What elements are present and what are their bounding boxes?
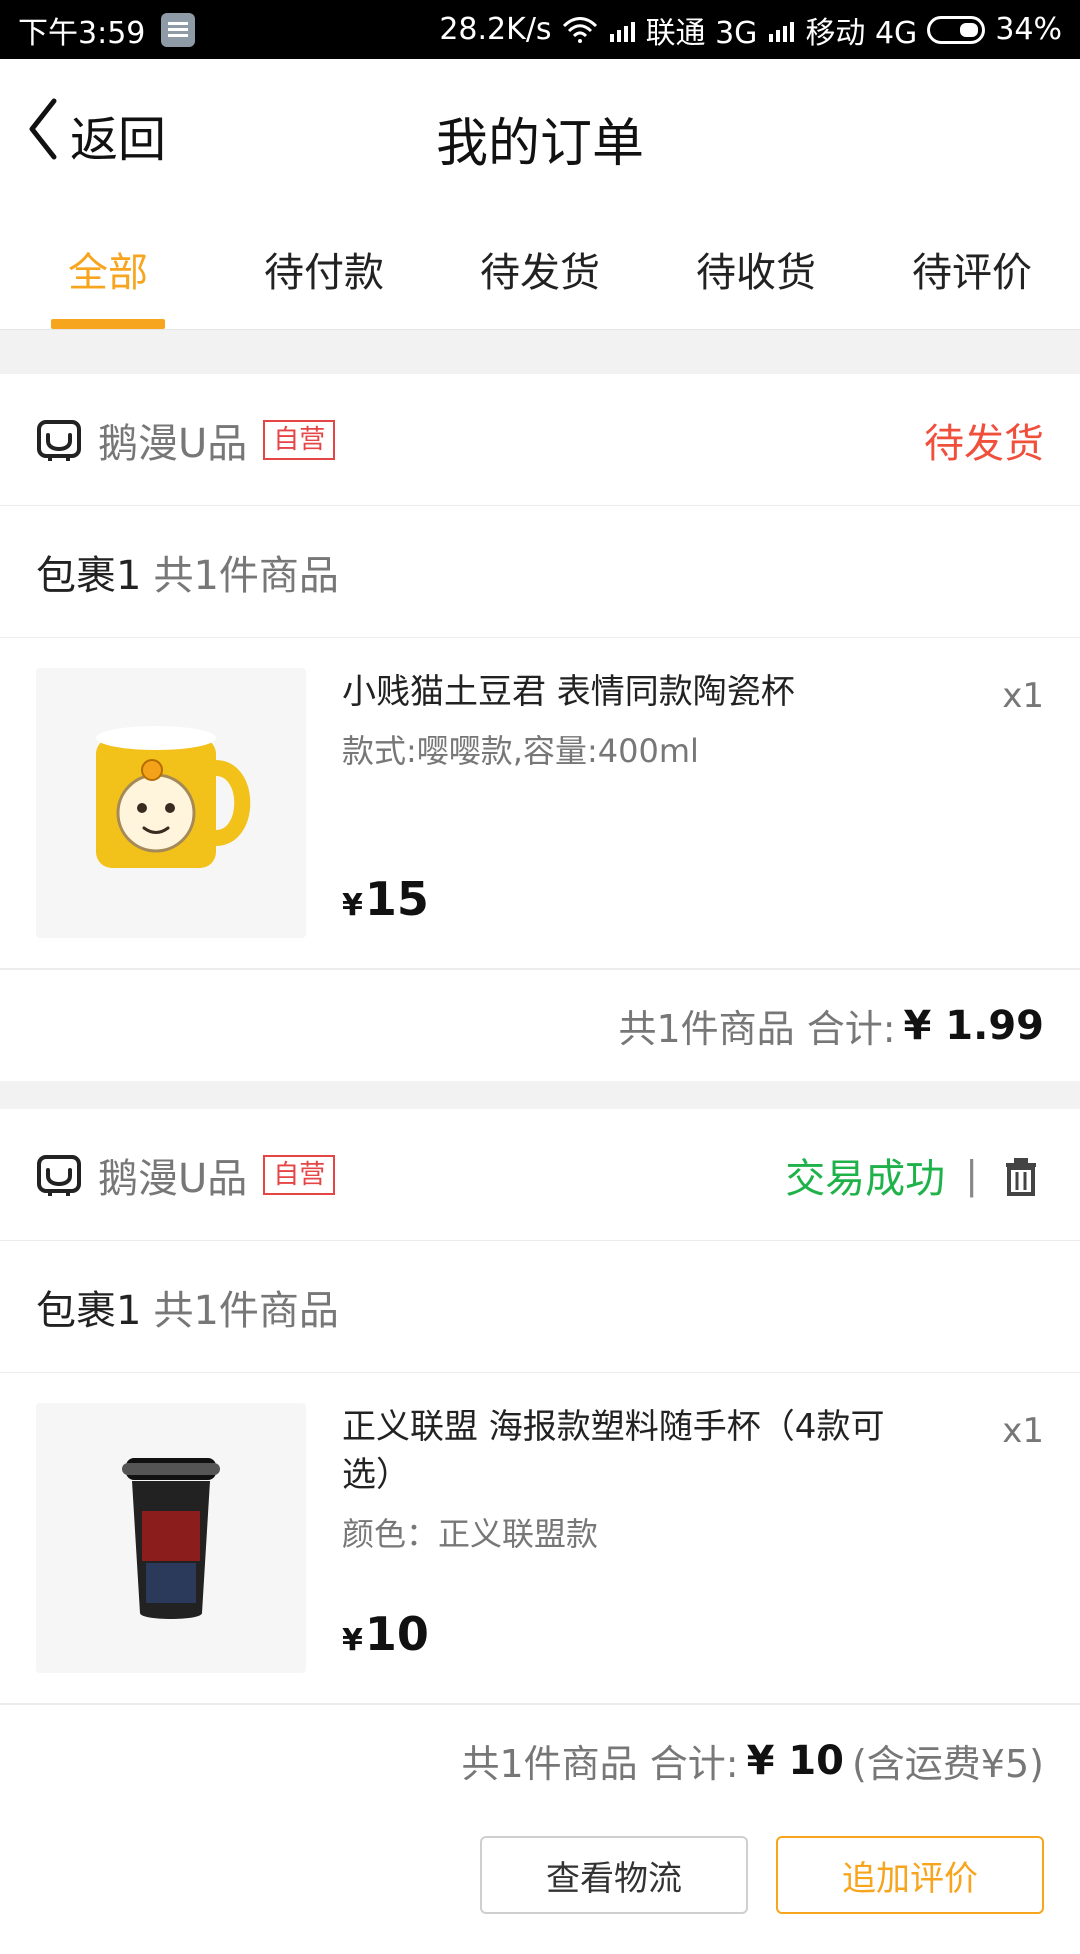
tab-pending-receipt[interactable]: 待收货 — [648, 209, 864, 329]
product-spec: 款式:嘤嘤款,容量:400ml — [342, 732, 699, 770]
shop-row: 鹅漫U品 自营 交易成功 | — [0, 1109, 1080, 1241]
order-item[interactable]: 正义联盟 海报款塑料随手杯（4款可选） 颜色：正义联盟款 ¥10 x1 — [0, 1373, 1080, 1704]
product-qty: x1 — [1002, 1411, 1044, 1451]
order-card-2[interactable]: 鹅漫U品 自营 交易成功 | 包裹1 共1件商品 正义联盟 海报款塑料随手杯（4… — [0, 1109, 1080, 1954]
product-price: ¥10 — [342, 1607, 429, 1661]
product-name: 正义联盟 海报款塑料随手杯（4款可选） — [342, 1407, 885, 1495]
order-item[interactable]: 小贱猫土豆君 表情同款陶瓷杯 款式:嘤嘤款,容量:400ml ¥15 x1 — [0, 638, 1080, 969]
status-separator: | — [965, 1152, 978, 1197]
tab-pending-review[interactable]: 待评价 — [864, 209, 1080, 329]
shop-logo-icon — [36, 1152, 82, 1198]
tab-pending-shipment[interactable]: 待发货 — [432, 209, 648, 329]
package-title: 包裹1 — [36, 552, 142, 599]
order-total-row: 共1件商品 合计: ¥ 1.99 — [0, 969, 1080, 1081]
page-title: 我的订单 — [435, 114, 644, 174]
product-info: 小贱猫土豆君 表情同款陶瓷杯 款式:嘤嘤款,容量:400ml ¥15 — [342, 668, 1044, 938]
package-count: 共1件商品 — [153, 1287, 339, 1334]
status-bar: 下午3:59 28.2K/s 联通 3G 移动 4G 34% — [0, 0, 1080, 59]
shop-name: 鹅漫U品 — [98, 420, 248, 467]
wifi-icon — [562, 16, 598, 44]
section-gap — [0, 1081, 1080, 1109]
shop-name: 鹅漫U品 — [98, 1155, 248, 1202]
price-value: 10 — [364, 1607, 429, 1661]
carrier-1: 联通 3G — [645, 15, 758, 51]
self-operated-badge: 自营 — [263, 1154, 336, 1195]
carrier-2: 移动 4G — [805, 15, 918, 51]
package-row: 包裹1 共1件商品 — [0, 1241, 1080, 1373]
self-operated-badge: 自营 — [263, 419, 336, 460]
total-amount: ¥ 10 — [746, 1737, 844, 1784]
order-total-row: 共1件商品 合计: ¥ 10 (含运费¥5) — [0, 1704, 1080, 1816]
order-actions: 查看物流 追加评价 — [0, 1816, 1080, 1954]
product-qty: x1 — [1002, 676, 1044, 716]
product-info: 正义联盟 海报款塑料随手杯（4款可选） 颜色：正义联盟款 ¥10 — [342, 1403, 1044, 1673]
add-review-button[interactable]: 追加评价 — [776, 1836, 1044, 1914]
package-title: 包裹1 — [36, 1287, 142, 1334]
shop-row: 鹅漫U品 自营 待发货 — [0, 374, 1080, 506]
package-row: 包裹1 共1件商品 — [0, 506, 1080, 638]
currency-symbol: ¥ — [342, 888, 363, 923]
package-count: 共1件商品 — [153, 552, 339, 599]
trash-icon[interactable] — [998, 1152, 1044, 1198]
total-amount: ¥ 1.99 — [903, 1002, 1044, 1049]
app-header: 返回 我的订单 — [0, 59, 1080, 209]
total-label: 共1件商品 合计: — [618, 1007, 896, 1051]
product-thumbnail — [36, 668, 306, 938]
total-label: 共1件商品 合计: — [461, 1742, 739, 1786]
battery-icon — [927, 15, 986, 44]
product-thumbnail — [36, 1403, 306, 1673]
signal-icon-1 — [608, 16, 636, 44]
network-speed: 28.2K/s — [439, 12, 552, 47]
order-tabs: 全部 待付款 待发货 待收货 待评价 — [0, 209, 1080, 330]
notification-icon — [161, 12, 196, 47]
battery-level: 34% — [995, 12, 1062, 47]
status-time: 下午3:59 — [18, 15, 146, 51]
product-price: ¥15 — [342, 872, 429, 926]
shop-logo-icon — [36, 417, 82, 463]
order-card-1[interactable]: 鹅漫U品 自营 待发货 包裹1 共1件商品 小贱猫土豆君 表情同款陶瓷杯 款式:… — [0, 374, 1080, 1081]
currency-symbol: ¥ — [342, 1623, 363, 1658]
tab-all[interactable]: 全部 — [0, 209, 216, 329]
order-status: 待发货 — [924, 420, 1044, 467]
signal-icon-2 — [767, 16, 795, 44]
price-value: 15 — [364, 872, 429, 926]
tab-pending-payment[interactable]: 待付款 — [216, 209, 432, 329]
order-status: 交易成功 — [785, 1155, 946, 1202]
product-name: 小贱猫土豆君 表情同款陶瓷杯 — [342, 672, 795, 712]
view-logistics-button[interactable]: 查看物流 — [480, 1836, 748, 1914]
shipping-fee-note: (含运费¥5) — [851, 1742, 1044, 1786]
product-spec: 颜色：正义联盟款 — [342, 1515, 599, 1553]
section-gap — [0, 330, 1080, 374]
